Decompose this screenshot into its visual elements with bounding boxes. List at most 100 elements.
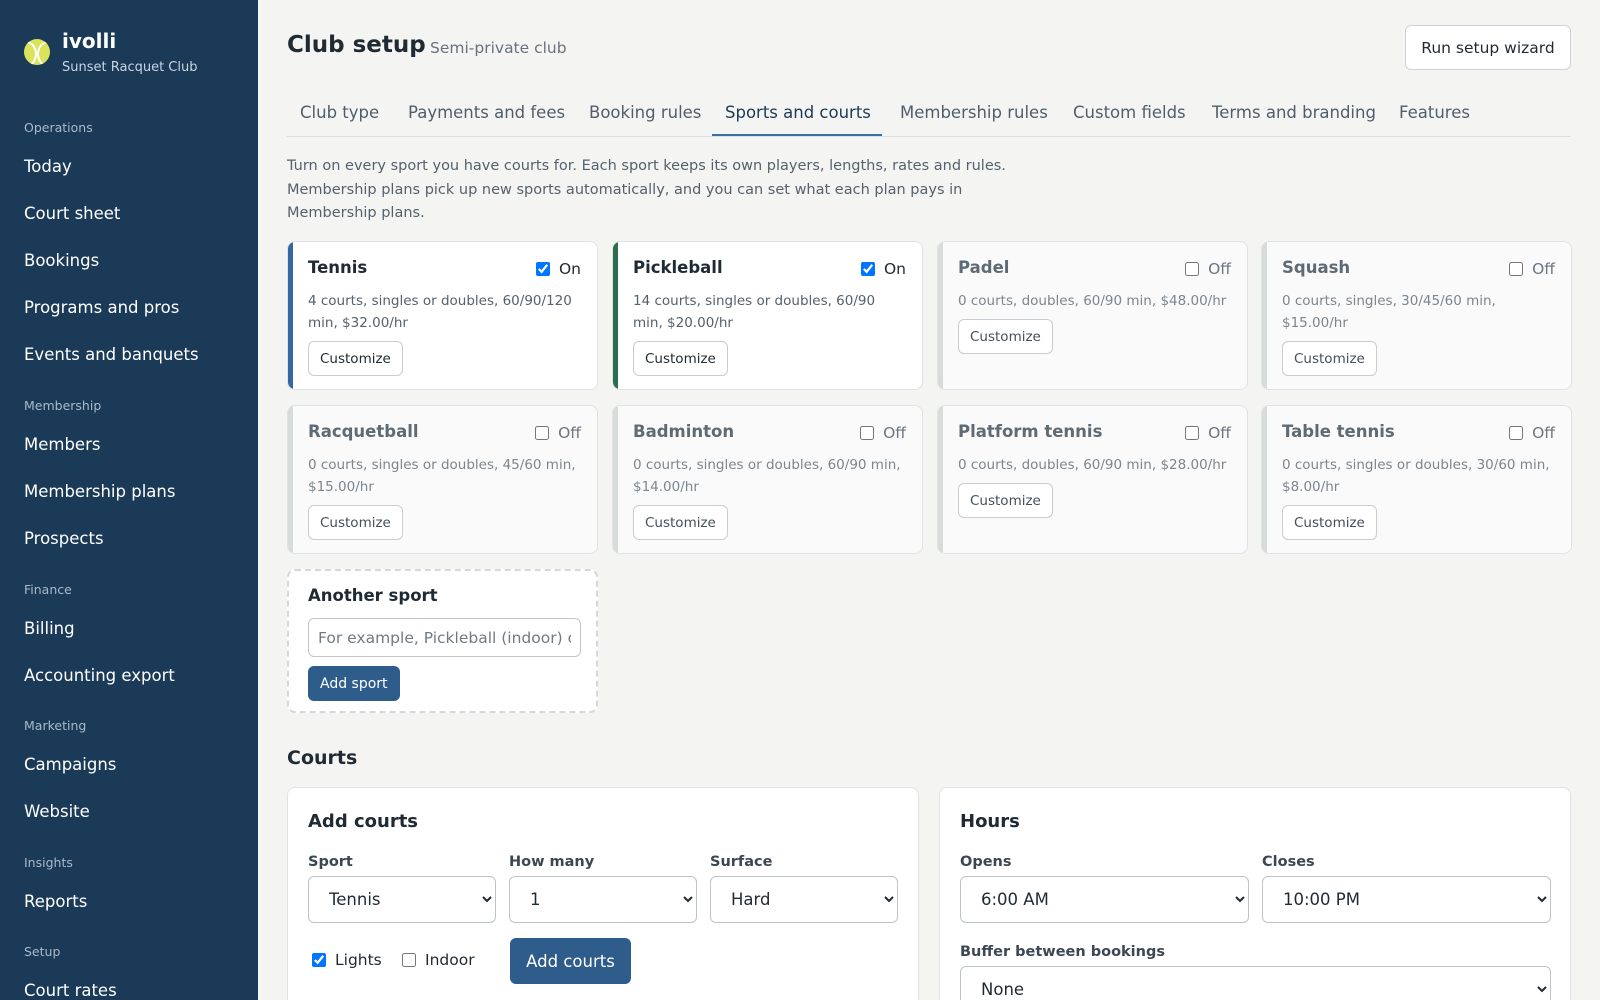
lights-option[interactable]: Lights: [312, 951, 382, 969]
indoor-option[interactable]: Indoor: [402, 951, 475, 969]
sport-stripe: [1262, 406, 1267, 553]
sidebar-item-court-rates[interactable]: Court rates: [24, 981, 117, 1000]
sport-name: Racquetball: [308, 422, 419, 441]
sport-description: 0 courts, singles or doubles, 45/60 min,…: [308, 457, 576, 495]
settings-tabs: Club type Payments and fees Booking rule…: [287, 90, 1571, 137]
tab-club-type[interactable]: Club type: [300, 103, 379, 122]
sport-description: 0 courts, doubles, 60/90 min, $48.00/hr: [958, 293, 1227, 309]
tab-terms-and-branding[interactable]: Terms and branding: [1212, 103, 1376, 122]
sport-enabled-checkbox[interactable]: [535, 426, 550, 440]
sidebar-item-bookings[interactable]: Bookings: [24, 251, 99, 270]
brand-name: ivolli: [62, 29, 117, 53]
opens-select[interactable]: 6:00 AM: [960, 876, 1249, 923]
run-setup-wizard-button[interactable]: Run setup wizard: [1405, 25, 1571, 70]
active-tab-indicator: [712, 134, 882, 136]
sport-select[interactable]: Tennis: [308, 876, 496, 923]
tab-payments-and-fees[interactable]: Payments and fees: [408, 103, 565, 122]
add-courts-button[interactable]: Add courts: [510, 938, 631, 984]
tab-sports-and-courts[interactable]: Sports and courts: [725, 103, 871, 122]
sidebar-item-accounting-export[interactable]: Accounting export: [24, 666, 175, 685]
another-sport-title: Another sport: [308, 586, 438, 605]
sidebar-item-prospects[interactable]: Prospects: [24, 529, 104, 548]
indoor-checkbox[interactable]: [402, 953, 416, 967]
hours-panel: Hours Opens 6:00 AM Closes 10:00 PM Buff…: [939, 787, 1571, 1000]
sport-stripe: [613, 406, 618, 553]
customize-button[interactable]: Customize: [633, 505, 728, 540]
sport-toggle[interactable]: Off: [860, 424, 906, 442]
another-sport-card: Another sport Add sport: [287, 569, 598, 713]
nav-group-setup: Setup: [24, 944, 61, 959]
sport-enabled-checkbox[interactable]: [1509, 262, 1524, 276]
sport-enabled-checkbox[interactable]: [1185, 426, 1200, 440]
sport-toggle[interactable]: On: [535, 260, 581, 278]
sport-toggle[interactable]: Off: [1509, 260, 1555, 278]
customize-button[interactable]: Customize: [958, 319, 1053, 354]
sport-card-racquetball: Racquetball Off 0 courts, singles or dou…: [287, 405, 598, 554]
sport-name: Platform tennis: [958, 422, 1103, 441]
buffer-field-label: Buffer between bookings: [960, 944, 1165, 960]
sidebar-item-billing[interactable]: Billing: [24, 619, 75, 638]
sport-card-squash: Squash Off 0 courts, singles, 30/45/60 m…: [1261, 241, 1572, 390]
sport-enabled-checkbox[interactable]: [860, 426, 875, 440]
sidebar-item-membership-plans[interactable]: Membership plans: [24, 482, 175, 501]
customize-button[interactable]: Customize: [958, 483, 1053, 518]
customize-button[interactable]: Customize: [1282, 341, 1377, 376]
sport-enabled-checkbox[interactable]: [860, 262, 875, 276]
sport-name: Pickleball: [633, 258, 723, 277]
sport-name: Padel: [958, 258, 1010, 277]
tab-custom-fields[interactable]: Custom fields: [1073, 103, 1186, 122]
tennis-ball-logo-icon: [24, 39, 50, 65]
buffer-select[interactable]: None: [960, 966, 1551, 1000]
sport-card-pickleball: Pickleball On 14 courts, singles or doub…: [612, 241, 923, 390]
indoor-label: Indoor: [425, 951, 475, 969]
sport-field-label: Sport: [308, 854, 353, 870]
sport-enabled-checkbox[interactable]: [1509, 426, 1524, 440]
lights-checkbox[interactable]: [312, 953, 326, 967]
tab-features[interactable]: Features: [1399, 103, 1470, 122]
customize-button[interactable]: Customize: [1282, 505, 1377, 540]
sidebar-item-programs[interactable]: Programs and pros: [24, 298, 179, 317]
sport-state: Off: [558, 424, 581, 442]
opens-field-label: Opens: [960, 854, 1012, 870]
sport-toggle[interactable]: Off: [1185, 260, 1231, 278]
how-many-select[interactable]: 1: [509, 876, 697, 923]
sidebar: ivolli Sunset Racquet Club Operations To…: [0, 0, 258, 1000]
sidebar-item-court-sheet[interactable]: Court sheet: [24, 204, 120, 223]
sport-toggle[interactable]: On: [860, 260, 906, 278]
sport-state: Off: [883, 424, 906, 442]
customize-button[interactable]: Customize: [308, 341, 403, 376]
sidebar-item-campaigns[interactable]: Campaigns: [24, 755, 116, 774]
sport-name: Table tennis: [1282, 422, 1395, 441]
customize-button[interactable]: Customize: [308, 505, 403, 540]
nav-group-marketing: Marketing: [24, 718, 87, 733]
sidebar-item-website[interactable]: Website: [24, 802, 90, 821]
page-subtitle: Semi-private club: [430, 39, 567, 57]
club-name: Sunset Racquet Club: [62, 60, 198, 75]
customize-button[interactable]: Customize: [633, 341, 728, 376]
another-sport-input[interactable]: [308, 618, 581, 657]
surface-select[interactable]: Hard: [710, 876, 898, 923]
page-title: Club setup: [287, 32, 426, 58]
tab-membership-rules[interactable]: Membership rules: [900, 103, 1048, 122]
brand: ivolli Sunset Racquet Club: [24, 26, 198, 75]
sport-stripe: [1262, 242, 1267, 389]
sport-name: Tennis: [308, 258, 368, 277]
tab-booking-rules[interactable]: Booking rules: [589, 103, 701, 122]
nav-group-insights: Insights: [24, 855, 73, 870]
closes-select[interactable]: 10:00 PM: [1262, 876, 1551, 923]
sport-toggle[interactable]: Off: [1185, 424, 1231, 442]
sidebar-item-events[interactable]: Events and banquets: [24, 345, 199, 364]
sport-description: 4 courts, singles or doubles, 60/90/120 …: [308, 293, 572, 331]
sidebar-item-reports[interactable]: Reports: [24, 892, 87, 911]
intro-text: Turn on every sport you have courts for.…: [287, 158, 1006, 221]
sport-toggle[interactable]: Off: [1509, 424, 1555, 442]
sport-description: 0 courts, doubles, 60/90 min, $28.00/hr: [958, 457, 1227, 473]
sport-enabled-checkbox[interactable]: [1185, 262, 1200, 276]
sidebar-item-today[interactable]: Today: [24, 157, 72, 176]
add-sport-button[interactable]: Add sport: [308, 666, 400, 701]
sidebar-item-members[interactable]: Members: [24, 435, 100, 454]
sport-stripe: [938, 242, 943, 389]
sport-enabled-checkbox[interactable]: [535, 262, 550, 276]
hours-title: Hours: [960, 811, 1020, 832]
sport-toggle[interactable]: Off: [535, 424, 581, 442]
